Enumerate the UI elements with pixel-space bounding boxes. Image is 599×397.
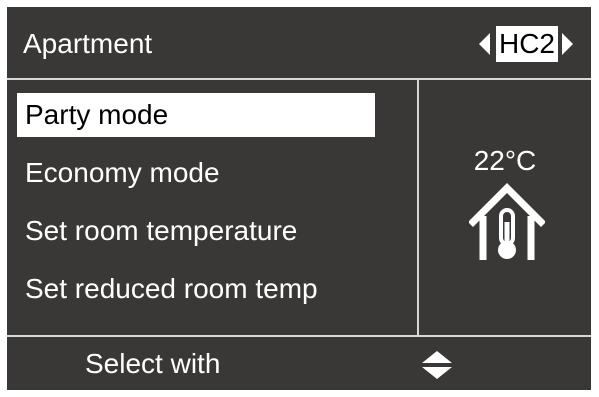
arrow-left-icon[interactable] xyxy=(478,33,490,55)
menu-item-set-room-temperature[interactable]: Set room temperature xyxy=(17,209,375,253)
footer-bar: Select with xyxy=(7,335,591,390)
status-panel: 22°C xyxy=(419,80,591,335)
circuit-selector[interactable]: HC2 xyxy=(478,24,573,64)
menu-item-economy-mode[interactable]: Economy mode xyxy=(17,151,375,195)
up-down-arrows-icon xyxy=(422,351,452,379)
menu-item-party-mode[interactable]: Party mode xyxy=(17,93,375,137)
footer-instruction: Select with xyxy=(85,348,221,379)
page-title: Apartment xyxy=(23,28,153,59)
room-temperature: 22°C xyxy=(473,145,537,176)
controller-display: Apartment HC2 Party mode Economy mode Se… xyxy=(7,7,591,390)
house-thermometer-icon xyxy=(469,183,545,260)
circuit-label: HC2 xyxy=(495,26,558,62)
header-bar: Apartment HC2 xyxy=(7,7,591,80)
menu-list: Party mode Economy mode Set room tempera… xyxy=(7,80,417,335)
menu-item-set-reduced-room-temp[interactable]: Set reduced room temp xyxy=(17,267,375,311)
arrow-right-icon[interactable] xyxy=(562,33,573,55)
